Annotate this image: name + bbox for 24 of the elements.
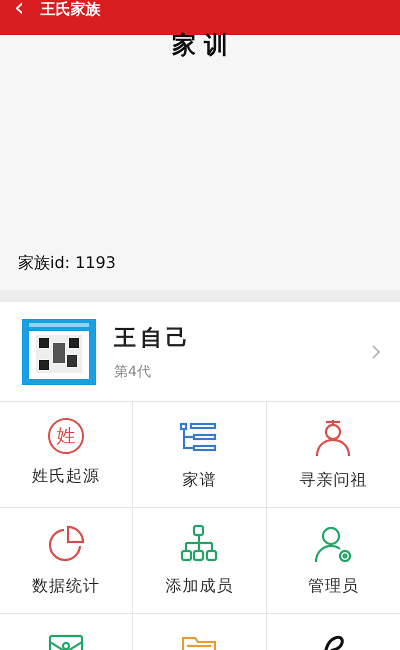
tile-label: 家谱 xyxy=(182,470,216,491)
member-name: 王自己 xyxy=(114,324,193,352)
menu-tile[interactable]: 数据统计 xyxy=(0,508,134,614)
tile-label: 添加成员 xyxy=(165,576,234,597)
tile-label: 姓氏起源 xyxy=(32,466,100,487)
motto-title: 家 训 xyxy=(172,31,228,59)
menu-tile[interactable]: 管理员 xyxy=(266,508,400,614)
tile-label: 寻亲问祖 xyxy=(299,470,368,491)
menu-tile[interactable]: 寻亲问祖 xyxy=(266,402,400,508)
tile-label: 数据统计 xyxy=(32,576,100,597)
tile-label: 管理员 xyxy=(308,576,359,597)
menu-tile[interactable]: 姓 姓氏起源 xyxy=(0,402,134,508)
user-gear-icon xyxy=(313,524,354,564)
generation-label: 第4代 xyxy=(114,362,152,380)
chevron-icon xyxy=(372,344,380,358)
page-title: 王氏家族 xyxy=(40,0,100,18)
profile-row[interactable]: 王自己 第4代 xyxy=(0,302,400,402)
pie-chart-icon xyxy=(46,524,86,564)
menu-tile[interactable]: 添加成员 xyxy=(133,508,267,614)
back-button[interactable]: ‹ xyxy=(14,0,24,16)
surname-icon: 姓 xyxy=(48,418,84,454)
hierarchy-icon xyxy=(179,524,220,564)
family-id: 家族id: 1193 xyxy=(17,253,117,274)
menu-tile[interactable]: 家谱 xyxy=(133,402,267,508)
